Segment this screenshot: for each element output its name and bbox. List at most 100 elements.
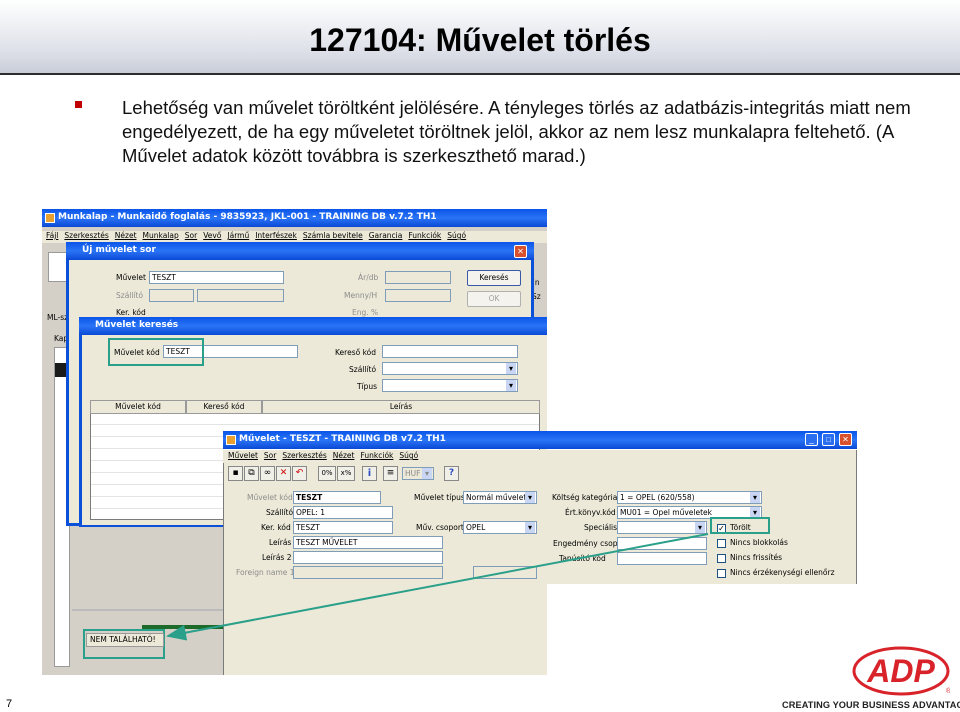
tanusito-field[interactable] [617,552,707,565]
kereses-titlebar[interactable]: Művelet keresés [79,317,547,335]
w-leiras-field[interactable]: TESZT MŰVELET [293,536,443,549]
menu-item[interactable]: Számla bevitele [303,231,363,240]
tipus-label: Típus [357,382,378,391]
binoculars-icon[interactable]: ∞ [260,466,275,481]
highlight-torolt [710,517,770,534]
munkalap-title: Munkalap - Munkaidő foglalás - 9835923, … [58,212,437,222]
adp-logo: ADP ® [852,646,950,696]
close-window-icon[interactable]: ✕ [839,433,852,446]
column-header[interactable]: Leírás [262,400,540,414]
list-icon[interactable]: ≡ [383,466,398,481]
column-header[interactable]: Művelet kód [90,400,186,414]
menu-item[interactable]: Szerkesztés [282,450,326,462]
menu-item[interactable]: Funkciók [408,231,441,240]
search-button[interactable]: Keresés [467,270,521,286]
menu-item[interactable]: Funkciók [360,450,393,462]
menu-item[interactable]: Nézet [333,450,355,462]
kereso-kod-field[interactable] [382,345,518,358]
window-app-icon [226,435,236,445]
engedmeny-field[interactable] [617,537,707,550]
menu-item[interactable]: Garancia [369,231,403,240]
menu-item[interactable]: Súgó [447,231,466,240]
menu-item[interactable]: Jármű [227,231,249,240]
uj-muvelet-title: Új művelet sor [82,245,156,255]
tagline: CREATING YOUR BUSINESS ADVANTAGE [782,700,960,710]
info-icon[interactable]: i [362,466,377,481]
muvelet-titlebar[interactable]: Művelet - TESZT - TRAINING DB v7.2 TH1 [223,431,547,449]
menu-item[interactable]: Súgó [399,450,418,462]
save-icon[interactable]: ▪ [228,466,243,481]
help-icon[interactable]: ? [444,466,459,481]
uj-muvelet-titlebar[interactable]: Új művelet sor [66,242,534,260]
nincs-blokkolas-checkbox[interactable] [717,539,726,548]
w-csop-select[interactable]: OPEL [463,521,537,534]
copy-icon[interactable]: ⧉ [244,466,259,481]
muvelet-window-title: Művelet - TESZT - TRAINING DB v7.2 TH1 [239,434,446,444]
minimize-icon[interactable]: _ [805,433,818,446]
menny-field[interactable] [385,289,451,302]
w-foreign-label: Foreign name 1 [236,568,295,577]
menu-item[interactable]: Fájl [46,231,58,240]
w-tipus-select[interactable]: Normál művelet [463,491,537,504]
w-leiras2-label: Leírás 2 [262,553,292,562]
kereses-title: Művelet keresés [95,320,179,330]
w-leiras-label: Leírás [269,538,292,547]
menu-item[interactable]: Szerkesztés [64,231,108,240]
menu-item[interactable]: Művelet [228,450,258,462]
bullet-marker [75,101,82,108]
nincs-frissites-checkbox[interactable] [717,554,726,563]
szallito-field[interactable] [149,289,194,302]
undo-icon[interactable]: ↶ [292,466,307,481]
w-foreign-field[interactable] [293,566,443,579]
tanusito-label: Tanúsító kód [559,554,606,563]
kategoria-select[interactable]: 1 = OPEL (620/558) [617,491,762,504]
menu-item[interactable]: Nézet [115,231,137,240]
kereses-szallito-label: Szállító [349,365,377,374]
delete-icon[interactable]: ✕ [276,466,291,481]
adp-logo-text: ADP [866,653,935,689]
w-muvelet-kod-label: Művelet kód [247,493,293,502]
muvelet-field[interactable]: TESZT [149,271,284,284]
w-ker-kod-field[interactable]: TESZT [293,521,393,534]
ok-button[interactable]: OK [467,291,521,307]
nincs-frissites-label: Nincs frissítés [730,553,783,562]
specialis-select[interactable] [617,521,707,534]
currency-select[interactable]: HUF [402,467,434,480]
tipus-select[interactable] [382,379,518,392]
w-foreign-extra-field[interactable] [473,566,537,579]
kereses-szallito-select[interactable] [382,362,518,375]
kategoria-label: Költség kategória [552,493,618,502]
engedmeny-label: Engedmény csop. [553,539,620,548]
kereso-kod-label: Kereső kód [335,348,376,357]
w-muvelet-kod-field[interactable]: TESZT [293,491,381,504]
muvelet-right-panel: Költség kategória 1 = OPEL (620/558) Ért… [547,450,857,584]
column-header[interactable]: Kereső kód [186,400,262,414]
slide-number: 7 [6,698,13,710]
bg-left-field[interactable] [48,252,68,282]
ker-kod-label: Ker. kód [116,308,146,317]
w-szallito-label: Szállító [266,508,294,517]
w-tipus-label: Művelet típus [414,493,465,502]
w-szallito-field[interactable]: OPEL: 1 [293,506,393,519]
ar-db-label: Ár/db [358,273,379,282]
w-leiras2-field[interactable] [293,551,443,564]
munkalap-titlebar[interactable]: Munkalap - Munkaidő foglalás - 9835923, … [42,209,547,227]
registered-mark: ® [946,687,950,695]
maximize-icon[interactable]: □ [822,433,835,446]
menu-item[interactable]: Munkalap [143,231,179,240]
w-ker-kod-label: Ker. kód [261,523,291,532]
nincs-ellenorzes-checkbox[interactable] [717,569,726,578]
eng-label: Eng. % [352,308,379,317]
ar-db-field[interactable] [385,271,451,284]
close-icon[interactable]: ✕ [514,245,527,258]
menu-item[interactable]: Sor [185,231,197,240]
szallito-label: Szállító [116,291,144,300]
percent-button[interactable]: 0% [318,466,336,481]
menu-item[interactable]: Vevő [203,231,221,240]
szallito-name-field[interactable] [197,289,284,302]
x-percent-button[interactable]: x% [337,466,355,481]
menu-item[interactable]: Sor [264,450,276,462]
muvelet-label: Művelet [116,273,146,282]
menu-item[interactable]: Interfészek [255,231,297,240]
highlight-kod [108,338,204,366]
